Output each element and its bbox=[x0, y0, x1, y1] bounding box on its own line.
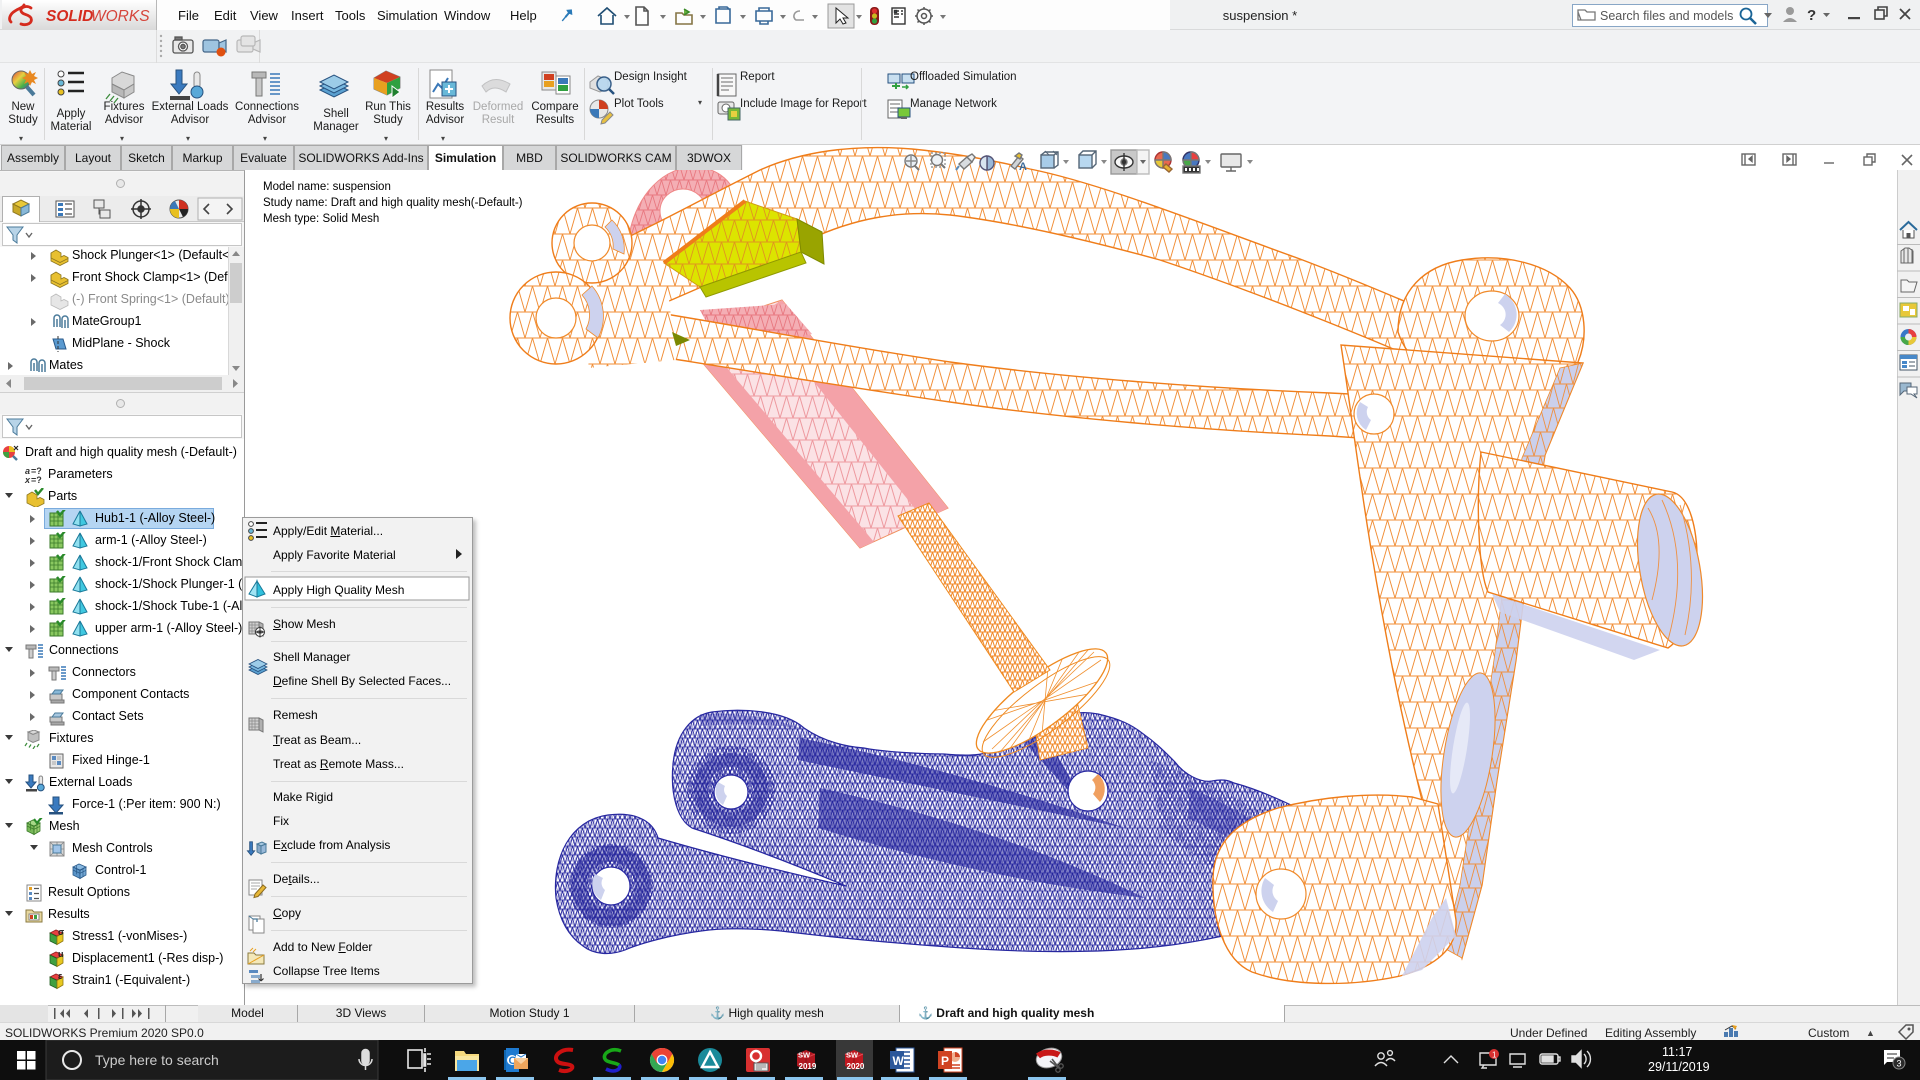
svg-text:x: x bbox=[24, 475, 31, 485]
svg-text:A: A bbox=[1019, 161, 1027, 173]
svg-text:3: 3 bbox=[1897, 1059, 1902, 1069]
svg-text:P: P bbox=[941, 1054, 949, 1068]
svg-text:SOLID: SOLID bbox=[46, 8, 93, 25]
svg-text:11:17: 11:17 bbox=[1662, 1045, 1692, 1059]
svg-text:Type here to search: Type here to search bbox=[95, 1052, 219, 1068]
svg-text:SW: SW bbox=[798, 1051, 811, 1060]
svg-text:=?: =? bbox=[31, 475, 42, 485]
svg-text:?: ? bbox=[1807, 7, 1816, 24]
svg-text:u: u bbox=[58, 950, 64, 959]
svg-text:σ: σ bbox=[58, 928, 64, 937]
svg-text:29/11/2019: 29/11/2019 bbox=[1648, 1060, 1710, 1074]
svg-text:2019: 2019 bbox=[799, 1062, 817, 1071]
svg-text:WORKS: WORKS bbox=[91, 8, 150, 25]
svg-text:1: 1 bbox=[1492, 1051, 1497, 1060]
svg-text:W: W bbox=[893, 1054, 905, 1068]
svg-text:ε: ε bbox=[58, 972, 63, 981]
svg-text:2020: 2020 bbox=[847, 1062, 865, 1071]
svg-text:SW: SW bbox=[846, 1051, 859, 1060]
